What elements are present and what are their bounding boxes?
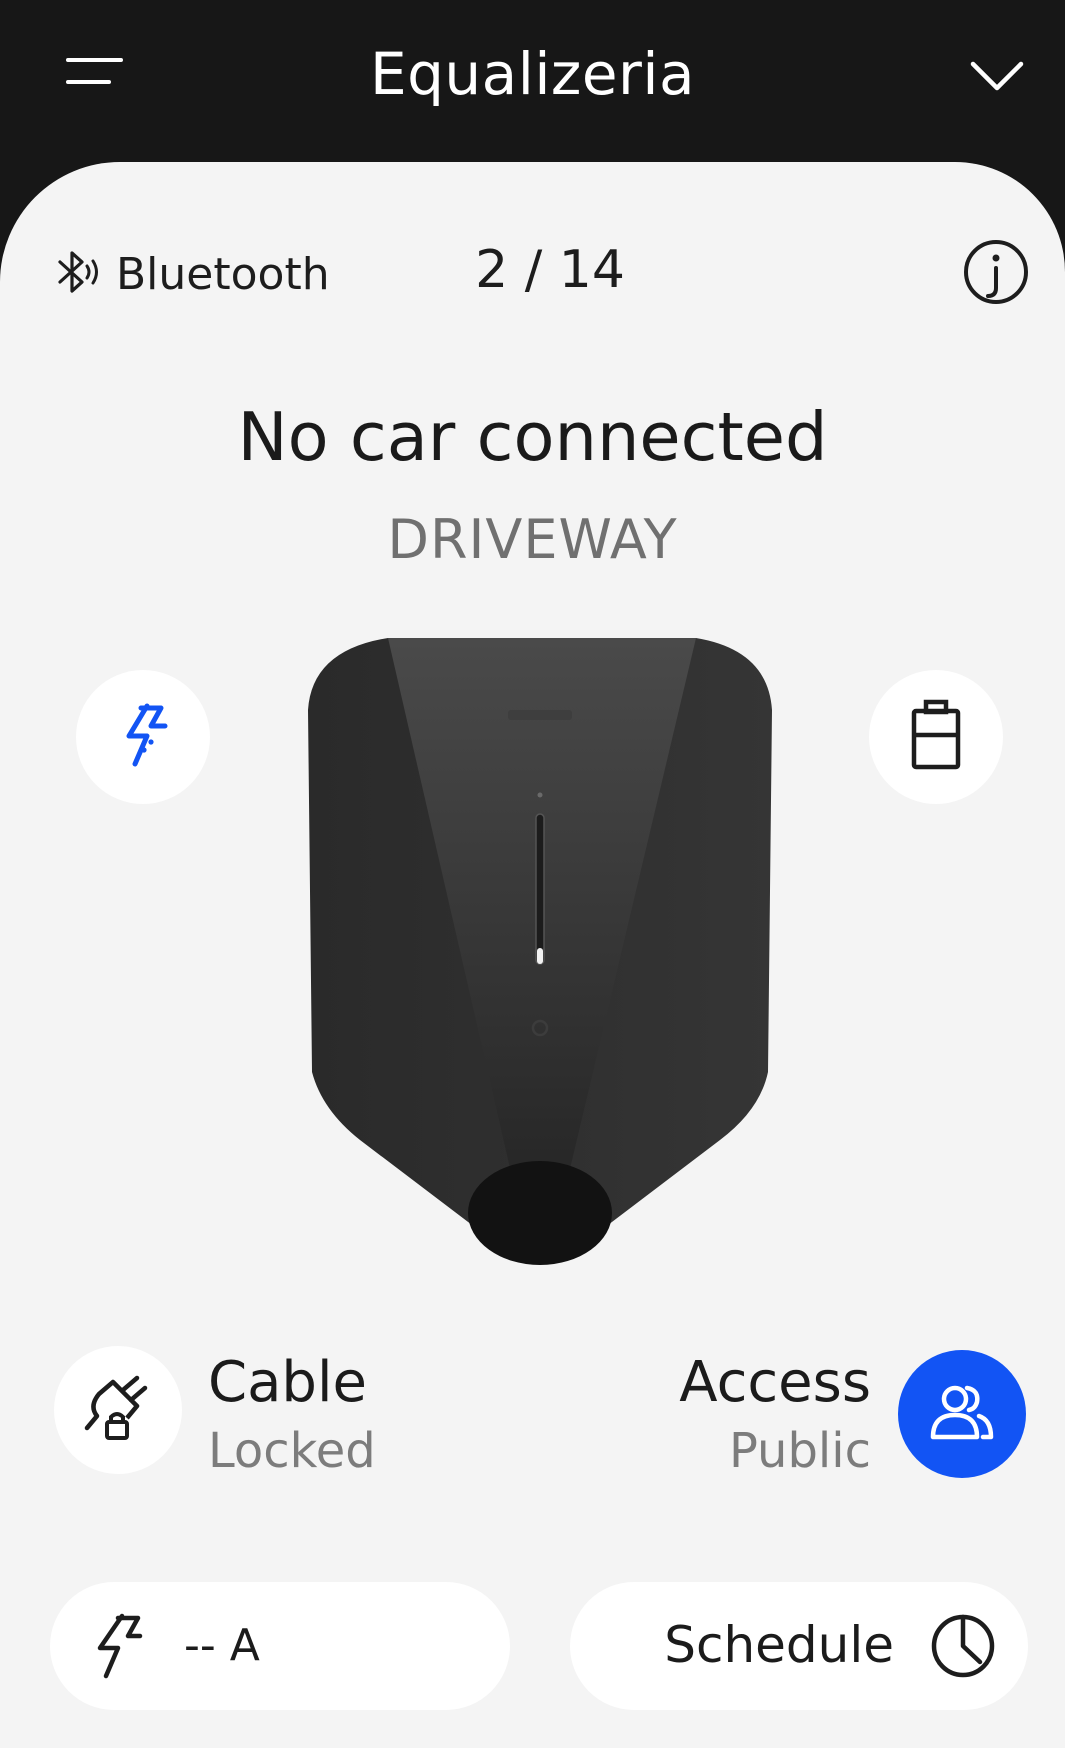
- connection-status: Bluetooth: [52, 246, 330, 302]
- chevron-down-icon[interactable]: [965, 52, 1029, 98]
- bluetooth-icon: [52, 246, 104, 302]
- smart-charging-button[interactable]: [76, 670, 210, 804]
- info-icon[interactable]: [962, 238, 1030, 306]
- smart-charging-bolt-icon: [113, 700, 173, 774]
- battery-icon: [906, 697, 966, 777]
- connection-type-label: Bluetooth: [116, 248, 330, 300]
- clock-icon: [928, 1608, 998, 1682]
- charging-current-value: -- A: [184, 1620, 260, 1671]
- top-app-bar: Equalizeria: [0, 0, 1065, 170]
- cable-label: Cable: [208, 1350, 367, 1415]
- charger-location: DRIVEWAY: [387, 508, 678, 571]
- users-icon: [927, 1382, 997, 1446]
- charger-counter: 2 / 14: [475, 240, 625, 300]
- charger-device-image: [300, 630, 780, 1270]
- charging-current-button[interactable]: -- A: [50, 1582, 510, 1710]
- charger-name-title[interactable]: Equalizeria: [0, 40, 1065, 108]
- battery-button[interactable]: [869, 670, 1003, 804]
- cable-lock-button[interactable]: [54, 1346, 182, 1474]
- access-label: Access: [679, 1350, 871, 1415]
- cable-status-value: Locked: [208, 1423, 376, 1479]
- access-status-value: Public: [728, 1423, 871, 1479]
- bolt-icon: [88, 1612, 144, 1684]
- access-button[interactable]: [898, 1350, 1026, 1478]
- schedule-button[interactable]: Schedule: [570, 1582, 1028, 1710]
- car-connection-status: No car connected: [237, 398, 828, 476]
- plug-lock-icon: [83, 1372, 153, 1448]
- schedule-label: Schedule: [664, 1616, 894, 1674]
